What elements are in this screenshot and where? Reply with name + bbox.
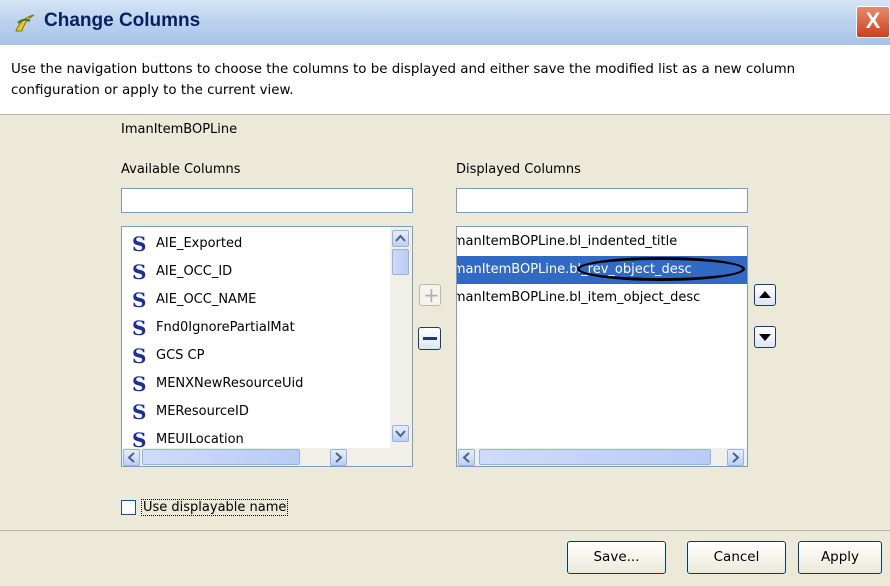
chevron-right-icon xyxy=(732,452,740,463)
list-item-label: AIE_OCC_ID xyxy=(156,264,233,279)
scroll-thumb[interactable] xyxy=(392,249,409,275)
available-vertical-scrollbar[interactable] xyxy=(390,227,412,448)
list-item[interactable]: ImanItemBOPLine.bl_rev_object_desc xyxy=(457,256,747,284)
list-item-label: ImanItemBOPLine.bl_item_object_desc xyxy=(457,290,701,305)
dialog-title: Change Columns xyxy=(44,10,201,31)
highlight-ellipse xyxy=(577,257,745,281)
cancel-button[interactable]: Cancel xyxy=(687,541,786,574)
chevron-right-icon xyxy=(335,452,343,463)
context-type-label: ImanItemBOPLine xyxy=(121,122,238,137)
list-item[interactable]: S GCS CP xyxy=(124,342,390,370)
list-item[interactable]: S AIE_Exported xyxy=(124,230,390,258)
chevron-left-icon xyxy=(127,452,135,463)
string-type-icon: S xyxy=(132,232,147,256)
list-item-label: ImanItemBOPLine.bl_indented_title xyxy=(457,234,678,249)
use-displayable-name-label: Use displayable name xyxy=(141,499,289,516)
list-item[interactable]: S AIE_OCC_ID xyxy=(124,258,390,286)
scroll-up-button[interactable] xyxy=(392,230,409,247)
string-type-icon: S xyxy=(132,372,147,396)
close-button[interactable]: X xyxy=(856,6,890,38)
scroll-left-button[interactable] xyxy=(458,449,475,466)
triangle-up-icon xyxy=(759,291,771,298)
list-item-label: MENXNewResourceUid xyxy=(156,376,304,391)
chevron-up-icon xyxy=(395,234,406,242)
displayed-columns-list[interactable]: ImanItemBOPLine.bl_indented_title ImanIte… xyxy=(456,226,748,467)
scroll-right-button[interactable] xyxy=(330,449,347,466)
string-type-icon: S xyxy=(132,400,147,424)
scroll-right-button[interactable] xyxy=(727,449,744,466)
chevron-down-icon xyxy=(395,430,406,438)
list-item-label: GCS CP xyxy=(156,348,205,363)
string-type-icon: S xyxy=(132,260,147,284)
list-item-label: AIE_Exported xyxy=(156,236,243,251)
scroll-thumb-horizontal[interactable] xyxy=(142,449,300,465)
save-button[interactable]: Save... xyxy=(567,541,666,574)
instructions-text: Use the navigation buttons to choose the… xyxy=(0,45,890,115)
available-filter-input[interactable] xyxy=(121,188,413,213)
use-displayable-name-checkbox[interactable] xyxy=(121,500,136,515)
string-type-icon: S xyxy=(132,288,147,312)
list-item[interactable]: S Fnd0IgnorePartialMat xyxy=(124,314,390,342)
string-type-icon: S xyxy=(132,316,147,340)
app-icon xyxy=(15,14,35,32)
available-columns-list[interactable]: S AIE_Exported S AIE_OCC_ID S AIE_OCC_NAME S Fn… xyxy=(121,226,413,467)
chevron-left-icon xyxy=(462,452,470,463)
list-item-label: Fnd0IgnorePartialMat xyxy=(156,320,295,335)
displayed-columns-label: Displayed Columns xyxy=(456,162,581,177)
scroll-left-button[interactable] xyxy=(123,449,140,466)
displayed-horizontal-scrollbar[interactable] xyxy=(457,448,747,466)
displayed-filter-input[interactable] xyxy=(456,188,748,213)
move-down-button[interactable] xyxy=(754,326,776,348)
list-item[interactable]: S AIE_OCC_NAME xyxy=(124,286,390,314)
minus-icon xyxy=(423,337,437,340)
plus-icon: + xyxy=(423,283,440,307)
scroll-thumb-horizontal[interactable] xyxy=(479,449,711,465)
footer-divider xyxy=(0,530,890,531)
list-item[interactable]: S MENXNewResourceUid xyxy=(124,370,390,398)
list-item[interactable]: ImanItemBOPLine.bl_indented_title xyxy=(457,228,747,256)
close-icon: X xyxy=(865,8,881,33)
string-type-icon: S xyxy=(132,344,147,368)
list-item[interactable]: ImanItemBOPLine.bl_item_object_desc xyxy=(457,284,747,312)
move-up-button[interactable] xyxy=(754,284,776,306)
add-column-button[interactable]: + xyxy=(419,283,441,307)
list-item-label: MEResourceID xyxy=(156,404,249,419)
apply-button[interactable]: Apply xyxy=(798,541,882,574)
available-horizontal-scrollbar[interactable] xyxy=(122,448,412,466)
list-item[interactable]: S MEResourceID xyxy=(124,398,390,426)
title-bar: Change Columns X xyxy=(0,0,890,45)
list-item-label: AIE_OCC_NAME xyxy=(156,292,257,307)
triangle-down-icon xyxy=(759,334,771,341)
scroll-down-button[interactable] xyxy=(392,425,409,442)
remove-column-button[interactable] xyxy=(418,327,441,350)
available-columns-label: Available Columns xyxy=(121,162,241,177)
